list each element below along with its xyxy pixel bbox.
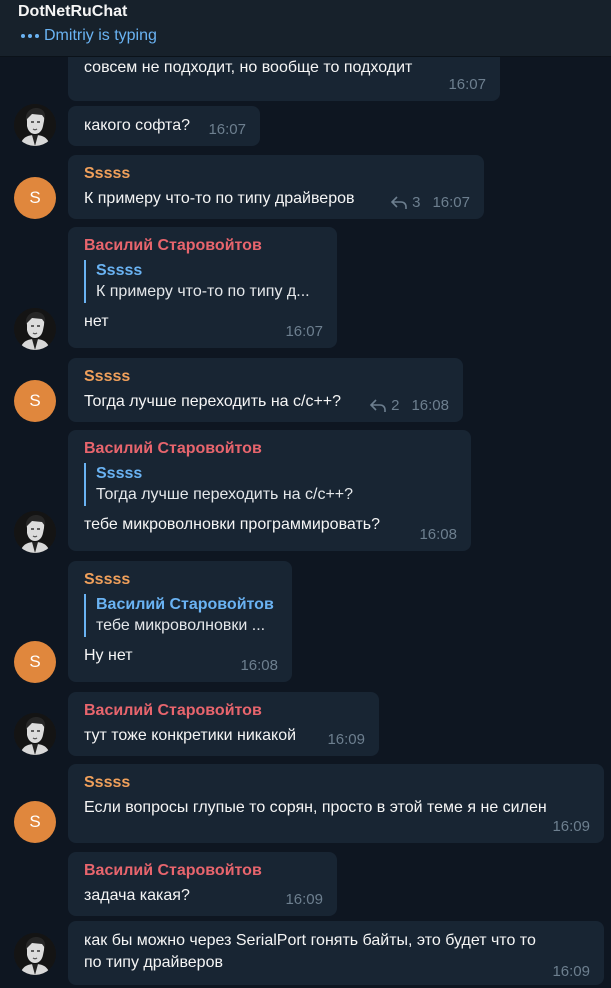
message-bubble[interactable]: Sssss Тогда лучше переходить на c/c++? 2… [68,358,463,422]
message-list[interactable]: совсем не подходит, но вообще то подходи… [0,56,611,988]
typing-status: Dmitriy is typing [18,27,157,45]
avatar[interactable]: S [14,177,56,219]
message-time: 16:09 [552,963,590,980]
message-text: как бы можно через SerialPort гонять бай… [84,932,536,971]
avatar[interactable]: S [14,380,56,422]
message-meta: 16:08 [419,526,457,543]
message-text: Если вопросы глупые то сорян, просто в э… [84,799,547,816]
user-photo-icon [14,713,56,755]
message-time: 16:08 [419,526,457,543]
avatar[interactable] [14,713,56,755]
message-meta: 16:07 [448,76,486,93]
replies-count[interactable]: 2 [370,397,399,414]
message-bubble[interactable]: Sssss К примеру что-то по типу драйверов… [68,155,484,219]
chat-title[interactable]: DotNetRuChat [18,3,127,21]
avatar[interactable] [14,933,56,975]
quote-author: Василий Старовойтов [96,596,274,613]
reply-quote[interactable]: Sssss Тогда лучше переходить на c/c++? [84,463,457,506]
message-bubble[interactable]: какого софта? 16:07 [68,106,260,146]
avatar-letter: S [29,652,41,671]
message-text: тут тоже конкретики никакой [84,727,297,744]
quote-author: Sssss [96,262,143,279]
message-bubble[interactable]: Василий Старовойтов тут тоже конкретики … [68,692,379,756]
message-author[interactable]: Sssss [84,773,590,793]
message-meta: 16:07 [208,121,246,138]
message-time: 16:07 [285,323,323,340]
message-bubble[interactable]: Sssss Василий Старовойтов тебе микроволн… [68,561,292,682]
message-time: 16:09 [327,731,365,748]
message-time: 16:08 [411,397,449,414]
quote-text: К примеру что-то по типу д... [96,283,310,300]
message-time: 16:07 [432,194,470,211]
message-meta: 16:08 [240,657,278,674]
user-photo-icon [14,104,56,146]
reply-quote[interactable]: Sssss К примеру что-то по типу д... [84,260,323,303]
avatar[interactable] [14,308,56,350]
message-meta: 2 16:08 [370,397,449,414]
avatar[interactable] [14,104,56,146]
message-author[interactable]: Василий Старовойтов [84,236,323,256]
user-photo-icon [14,511,56,553]
chat-header: DotNetRuChat Dmitriy is typing [0,0,611,57]
avatar-letter: S [29,188,41,207]
quote-text: тебе микроволновки ... [96,617,266,634]
message-meta: 3 16:07 [391,194,470,211]
message-bubble[interactable]: Василий Старовойтов Sssss Тогда лучше пе… [68,430,471,551]
message-time: 16:07 [208,121,246,138]
message-author[interactable]: Василий Старовойтов [84,701,365,721]
reply-arrow-icon [370,398,386,412]
message-bubble[interactable]: Василий Старовойтов Sssss К примеру что-… [68,227,337,348]
replies-number: 3 [412,194,421,211]
reply-quote[interactable]: Василий Старовойтов тебе микроволновки .… [84,594,278,637]
message-meta: 16:09 [552,963,590,980]
message-meta: 16:07 [285,323,323,340]
avatar-letter: S [29,812,41,831]
message-time: 16:09 [285,891,323,908]
message-meta: 16:09 [285,891,323,908]
message-time: 16:08 [240,657,278,674]
user-photo-icon [14,308,56,350]
avatar[interactable]: S [14,801,56,843]
replies-count[interactable]: 3 [391,194,420,211]
message-bubble[interactable]: Василий Старовойтов задача какая? 16:09 [68,852,337,916]
message-meta: 16:09 [552,818,590,835]
message-author[interactable]: Sssss [84,164,470,184]
message-text: совсем не подходит, но вообще то подходи… [84,59,413,76]
message-author[interactable]: Sssss [84,367,449,387]
message-bubble[interactable]: Sssss Если вопросы глупые то сорян, прос… [68,764,604,843]
quote-text: Тогда лучше переходить на c/c++? [96,486,354,503]
avatar[interactable]: S [14,641,56,683]
avatar-letter: S [29,391,41,410]
message-author[interactable]: Василий Старовойтов [84,861,323,881]
message-author[interactable]: Sssss [84,570,278,590]
typing-dots-icon [21,34,39,38]
message-text: тебе микроволновки программировать? [84,516,381,533]
replies-number: 2 [391,397,400,414]
message-time: 16:09 [552,818,590,835]
message-bubble[interactable]: как бы можно через SerialPort гонять бай… [68,921,604,985]
message-meta: 16:09 [327,731,365,748]
message-time: 16:07 [448,76,486,93]
reply-arrow-icon [391,195,407,209]
avatar[interactable] [14,511,56,553]
typing-status-text: Dmitriy is typing [44,27,157,44]
quote-author: Sssss [96,465,143,482]
message-author[interactable]: Василий Старовойтов [84,439,457,459]
user-photo-icon [14,933,56,975]
message-bubble[interactable]: совсем не подходит, но вообще то подходи… [68,56,500,101]
